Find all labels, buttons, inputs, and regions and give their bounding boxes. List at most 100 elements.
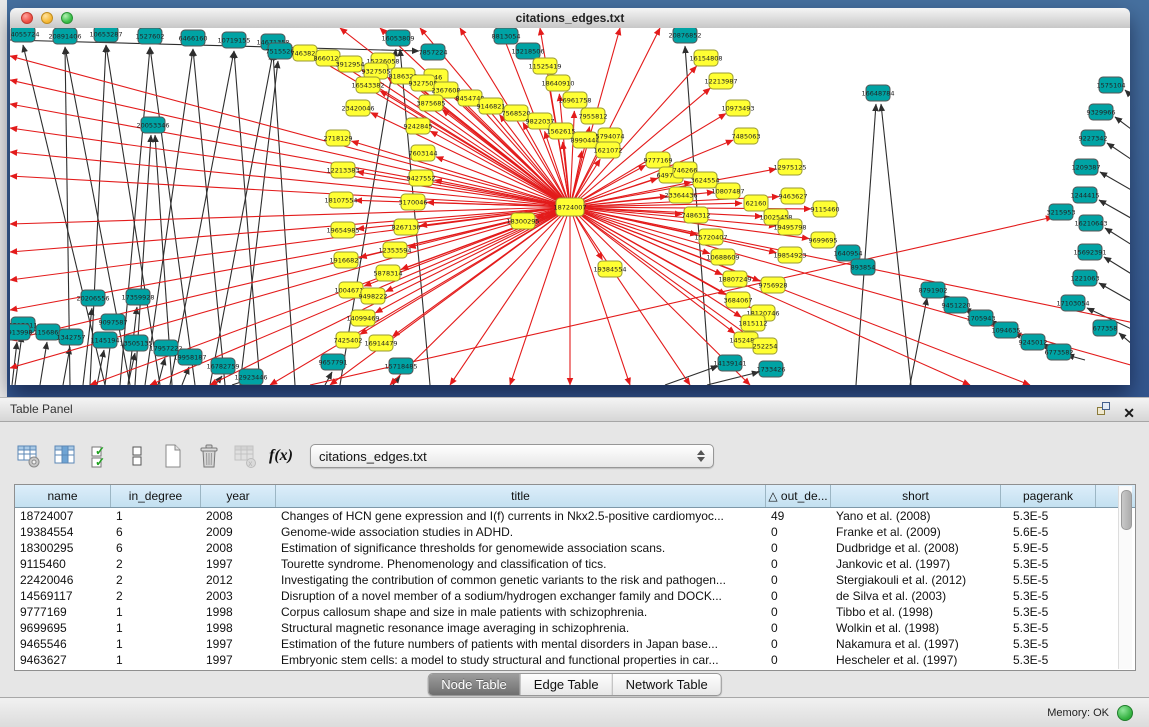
graph-node-yellow[interactable]: 23420046 (341, 100, 374, 116)
graph-node-yellow[interactable]: 7955812 (579, 108, 608, 124)
zoom-window-button[interactable] (61, 12, 73, 24)
graph-node-teal[interactable]: 9657791 (319, 354, 348, 370)
graph-node-yellow[interactable]: 15720407 (694, 229, 727, 245)
column-header-short[interactable]: short (831, 485, 1001, 507)
table-scrollbar[interactable] (1118, 486, 1132, 669)
tab-node-table[interactable]: Node Table (428, 674, 521, 695)
table-panel-titlebar[interactable]: Table Panel ✕ (0, 397, 1149, 422)
graph-node-yellow[interactable]: 9242845 (404, 118, 433, 134)
graph-node-yellow[interactable]: 1815112 (739, 315, 768, 331)
graph-node-teal[interactable]: 6466160 (179, 30, 208, 46)
table-row[interactable]: 1872400712008Changes of HCN gene express… (15, 508, 1135, 524)
graph-node-teal[interactable]: 16210643 (1074, 215, 1107, 231)
graph-node-teal[interactable]: 13218506 (511, 43, 544, 59)
graph-node-yellow[interactable]: 16543382 (351, 77, 384, 93)
graph-node-yellow[interactable]: 3912954 (336, 56, 365, 72)
table-row[interactable]: 946554611997Estimation of the future num… (15, 636, 1135, 652)
graph-node-yellow[interactable]: 18107554 (324, 192, 357, 208)
graph-node-yellow[interactable]: 3170046 (399, 194, 428, 210)
network-window-titlebar[interactable]: citations_edges.txt (10, 8, 1130, 29)
column-header-in-degree[interactable]: in_degree (111, 485, 201, 507)
column-header-out-degree[interactable]: △ out_de... (766, 485, 831, 507)
graph-node-teal[interactable]: 14055724 (10, 28, 40, 42)
graph-node-teal[interactable]: 1733426 (757, 361, 786, 377)
graph-node-teal[interactable]: 17103054 (1056, 295, 1089, 311)
graph-node-yellow[interactable]: 3875685 (417, 95, 446, 111)
graph-node-teal[interactable]: 9245012 (1019, 334, 1048, 350)
graph-node-yellow[interactable]: 18300295 (506, 213, 539, 229)
graph-node-teal[interactable]: 1221063 (1071, 270, 1100, 286)
graph-node-yellow[interactable]: 19654985 (326, 222, 359, 238)
table-row[interactable]: 2242004622012Investigating the contribut… (15, 572, 1135, 588)
graph-node-teal[interactable]: 7857224 (419, 44, 448, 60)
column-header-name[interactable]: name (15, 485, 111, 507)
delete-table-button[interactable] (196, 443, 222, 469)
graph-node-teal[interactable]: 12923446 (234, 369, 267, 385)
graph-node-teal[interactable]: 13505135 (119, 335, 152, 351)
graph-node-teal[interactable]: 17359928 (121, 289, 154, 305)
graph-node-yellow[interactable]: 252254 (753, 338, 778, 354)
graph-node-yellow[interactable]: 3684067 (724, 292, 753, 308)
graph-node-teal[interactable]: 8813054 (492, 28, 521, 44)
graph-node-teal[interactable]: 19958187 (173, 349, 206, 365)
tab-edge-table[interactable]: Edge Table (521, 674, 613, 695)
graph-node-yellow[interactable]: 10973493 (721, 100, 754, 116)
graph-node-teal[interactable]: 1145194 (91, 332, 120, 348)
graph-node-teal[interactable]: 15718485 (384, 358, 417, 374)
table-row[interactable]: 1830029562008Estimation of significance … (15, 540, 1135, 556)
tab-network-table[interactable]: Network Table (613, 674, 721, 695)
graph-node-yellow[interactable]: 19166827 (329, 252, 362, 268)
graph-node-teal[interactable]: 10719155 (217, 32, 250, 48)
table-row[interactable]: 969969511998Structural magnetic resonanc… (15, 620, 1135, 636)
graph-node-yellow[interactable]: 7485063 (732, 128, 761, 144)
graph-node-yellow[interactable]: 7603144 (409, 145, 438, 161)
graph-node-yellow[interactable]: 16154808 (689, 50, 722, 66)
function-builder-button[interactable]: f(x) (268, 443, 294, 469)
graph-node-teal[interactable]: 1705943 (967, 310, 996, 326)
graph-node-yellow[interactable]: 1621072 (594, 142, 623, 158)
graph-node-teal[interactable]: 10653287 (89, 28, 122, 42)
graph-node-yellow[interactable]: 12213383 (326, 162, 359, 178)
graph-node-yellow[interactable]: 14099469 (346, 310, 379, 326)
show-columns-button[interactable] (52, 443, 78, 469)
close-panel-icon[interactable]: ✕ (1123, 405, 1135, 421)
graph-node-yellow[interactable]: 2718129 (324, 130, 353, 146)
graph-node-teal[interactable]: 15692391 (1073, 244, 1106, 260)
column-header-pagerank[interactable]: pagerank (1001, 485, 1096, 507)
graph-node-teal[interactable]: 20053346 (136, 117, 169, 133)
graph-node-yellow[interactable]: 12213987 (704, 73, 737, 89)
graph-node-teal[interactable]: 16782759 (206, 358, 239, 374)
graph-node-yellow[interactable]: 9427552 (407, 170, 436, 186)
graph-node-yellow[interactable]: 19854923 (773, 247, 806, 263)
network-graph[interactable]: 1405572420891406106532871527602646616010… (10, 28, 1130, 385)
graph-node-teal[interactable]: 16053809 (381, 30, 414, 46)
graph-node-yellow[interactable]: 18807249 (718, 271, 751, 287)
table-scrollbar-thumb[interactable] (1121, 490, 1132, 530)
minimize-window-button[interactable] (41, 12, 53, 24)
graph-node-yellow[interactable]: 3624554 (691, 172, 720, 188)
graph-node-teal[interactable]: 893854 (851, 259, 876, 275)
graph-node-teal[interactable]: 677358 (1093, 320, 1118, 336)
graph-node-teal[interactable]: 6773582 (1045, 344, 1074, 360)
graph-node-teal[interactable]: 1342757 (57, 329, 86, 345)
graph-node-yellow[interactable]: 9498222 (359, 288, 388, 304)
graph-node-yellow[interactable]: 16961758 (558, 92, 591, 108)
graph-node-teal[interactable]: 9097587 (99, 314, 128, 330)
graph-node-yellow[interactable]: 9699695 (809, 232, 838, 248)
graph-node-teal[interactable]: 8791902 (919, 282, 948, 298)
column-header-title[interactable]: title (276, 485, 766, 507)
table-row[interactable]: 977716911998Corpus callosum shape and si… (15, 604, 1135, 620)
table-row[interactable]: 1456911722003Disruption of a novel membe… (15, 588, 1135, 604)
graph-node-yellow[interactable]: 7486312 (682, 207, 711, 223)
graph-node-yellow[interactable]: 9463627 (779, 188, 808, 204)
graph-node-yellow[interactable]: 9115460 (811, 201, 840, 217)
select-rows-button[interactable]: ✓ ✓ (88, 443, 114, 469)
graph-node-yellow[interactable]: 8267130 (392, 219, 421, 235)
graph-node-teal[interactable]: 3913998 (10, 324, 32, 340)
graph-node-yellow[interactable]: 7425402 (334, 332, 363, 348)
graph-node-yellow[interactable]: 11525419 (528, 58, 561, 74)
graph-node-yellow[interactable]: 18640910 (541, 75, 574, 91)
graph-node-teal[interactable]: 20206556 (76, 290, 109, 306)
graph-node-teal[interactable]: 1094635 (992, 322, 1021, 338)
new-table-button[interactable] (160, 443, 186, 469)
